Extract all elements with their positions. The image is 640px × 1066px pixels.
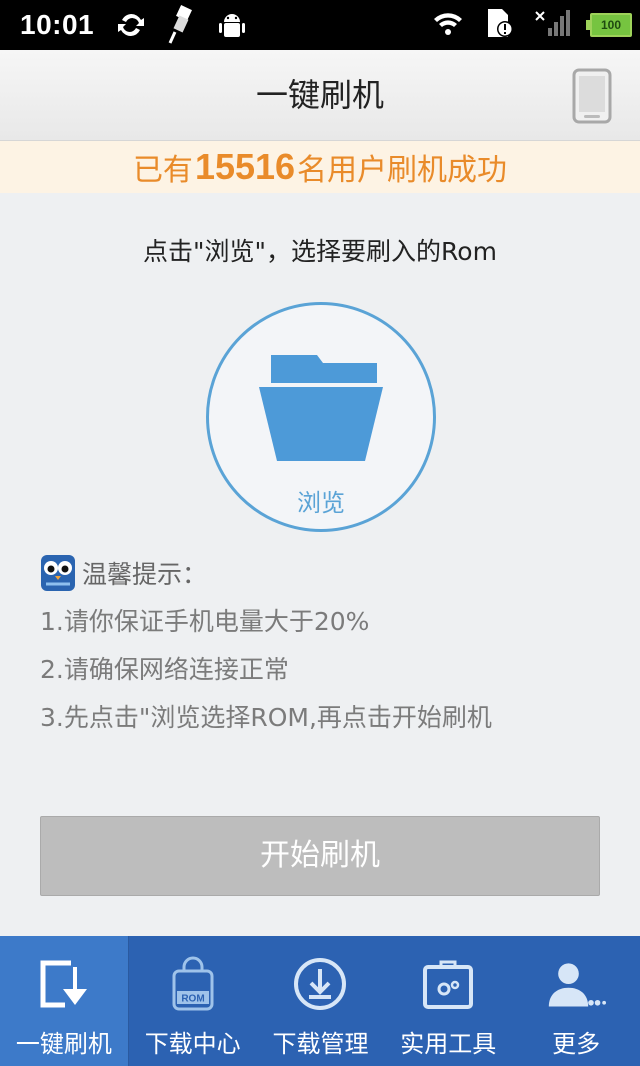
nav-item-download-center[interactable]: ROM 下载中心 [129, 936, 257, 1066]
android-debug-icon [216, 10, 248, 40]
start-flash-button[interactable]: 开始刷机 [40, 816, 600, 896]
battery-level: 100 [600, 18, 622, 32]
success-count-banner: 已有 15516 名用户刷机成功 [0, 141, 640, 193]
nav-item-utilities[interactable]: 实用工具 [384, 936, 512, 1066]
banner-prefix: 已有 [132, 153, 193, 188]
toolbox-icon [418, 954, 478, 1014]
user-more-icon [546, 954, 607, 1014]
browse-button[interactable]: 浏览 [206, 302, 436, 532]
tips-list: 1.请你保证手机电量大于20% 2.请确保网络连接正常 3.先点击"浏览选择RO… [40, 598, 620, 742]
folder-icon [259, 355, 383, 461]
tip-item: 1.请你保证手机电量大于20% [40, 607, 370, 636]
nav-label: 下载中心 [144, 1030, 241, 1058]
owl-mascot-icon [41, 555, 75, 591]
page-title: 一键刷机 [255, 76, 384, 114]
wifi-icon [432, 10, 464, 40]
tip-item: 3.先点击"浏览选择ROM,再点击开始刷机 [40, 703, 492, 732]
nav-item-download-manager[interactable]: 下载管理 [257, 936, 385, 1066]
download-icon [290, 954, 350, 1014]
browse-label: 浏览 [297, 489, 345, 517]
signal-icon [534, 8, 570, 42]
rom-badge: ROM [181, 994, 204, 1005]
status-bar: 10:01 100 [0, 0, 640, 50]
bottom-nav: 一键刷机 ROM 下载中心 下载管理 实用工具 更多 [0, 936, 640, 1066]
battery-icon: 100 [586, 13, 632, 37]
phone-icon[interactable] [572, 68, 612, 124]
tips-title: 温馨提示： [82, 560, 208, 589]
nav-label: 实用工具 [400, 1030, 497, 1058]
nav-item-more[interactable]: 更多 [512, 936, 640, 1066]
sd-card-alert-icon [484, 7, 514, 43]
tips-header: 温馨提示： [40, 548, 620, 598]
usb-icon [168, 5, 194, 45]
banner-count: 15516 [194, 146, 296, 187]
flash-icon [34, 954, 94, 1014]
header: 一键刷机 [0, 50, 640, 141]
tip-item: 2.请确保网络连接正常 [40, 655, 289, 684]
nav-item-one-click-flash[interactable]: 一键刷机 [0, 936, 129, 1066]
nav-label: 下载管理 [272, 1030, 369, 1058]
nav-label: 更多 [552, 1030, 601, 1058]
nav-label: 一键刷机 [15, 1030, 112, 1058]
tips-section: 温馨提示： 1.请你保证手机电量大于20% 2.请确保网络连接正常 3.先点击"… [40, 548, 620, 742]
rom-bag-icon: ROM [163, 954, 223, 1014]
status-time: 10:01 [20, 9, 95, 40]
sync-icon [116, 10, 146, 40]
banner-suffix: 名用户刷机成功 [297, 153, 508, 188]
browse-instruction: 点击"浏览"，选择要刷入的Rom [143, 237, 497, 266]
